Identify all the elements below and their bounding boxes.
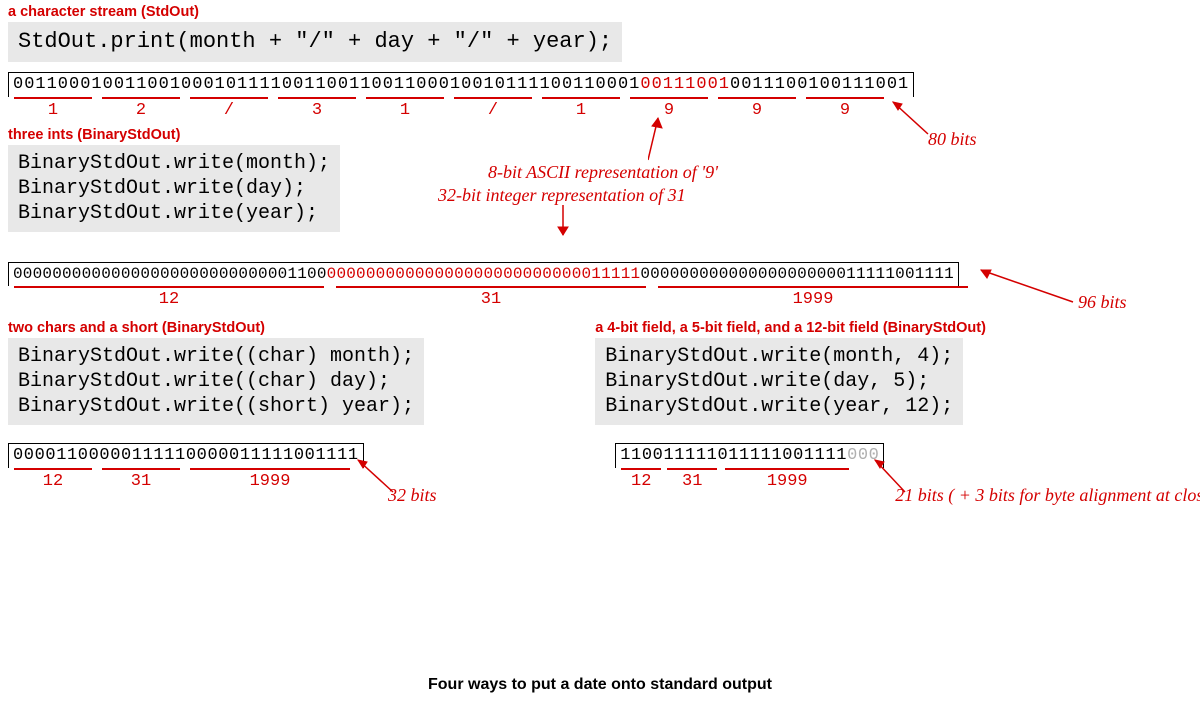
annot-int32: 32-bit integer representation of 31	[438, 185, 686, 206]
bitbox-1: 0011000100110010001011110011001100110001…	[8, 72, 914, 97]
heading-2: three ints (BinaryStdOut)	[8, 127, 1192, 143]
bottom-columns: two chars and a short (BinaryStdOut) Bin…	[8, 320, 1192, 492]
heading-1: a character stream (StdOut)	[8, 4, 1192, 20]
section-bitfields: a 4-bit field, a 5-bit field, and a 12-b…	[595, 320, 1192, 492]
annot-96bits: 96 bits	[1078, 292, 1127, 313]
underline-row-1: 1 2 / 3 1 / 1 9 9 9	[8, 97, 908, 121]
bitbox-2: 0000000000000000000000000000110000000000…	[8, 262, 959, 286]
heading-3: two chars and a short (BinaryStdOut)	[8, 320, 525, 336]
figure-caption: Four ways to put a date onto standard ou…	[0, 676, 1200, 694]
annot-32bits: 32 bits	[388, 485, 437, 506]
bitbox-4: 110011111011111001111000	[615, 443, 884, 468]
code-4: BinaryStdOut.write(month, 4); BinaryStdO…	[595, 338, 963, 425]
bitbox-3: 00001100000111110000011111001111	[8, 443, 364, 468]
underline-row-2: 12 31 1999	[8, 286, 1068, 310]
heading-4: a 4-bit field, a 5-bit field, and a 12-b…	[595, 320, 1192, 336]
arrow-int32	[553, 205, 593, 245]
underline-row-4: 12 31 1999	[615, 468, 895, 492]
code-2: BinaryStdOut.write(month); BinaryStdOut.…	[8, 145, 340, 232]
code-1: StdOut.print(month + "/" + day + "/" + y…	[8, 22, 622, 62]
section-char-stream: a character stream (StdOut) StdOut.print…	[8, 4, 1192, 121]
underline-row-3: 12 31 1999	[8, 468, 368, 492]
section-chars-short: two chars and a short (BinaryStdOut) Bin…	[8, 320, 525, 492]
annot-21bits: 21 bits ( + 3 bits for byte alignment at…	[895, 485, 1200, 506]
section-three-ints: three ints (BinaryStdOut) BinaryStdOut.w…	[8, 127, 1192, 310]
code-3: BinaryStdOut.write((char) month); Binary…	[8, 338, 424, 425]
arrow-96bits	[973, 262, 1083, 312]
